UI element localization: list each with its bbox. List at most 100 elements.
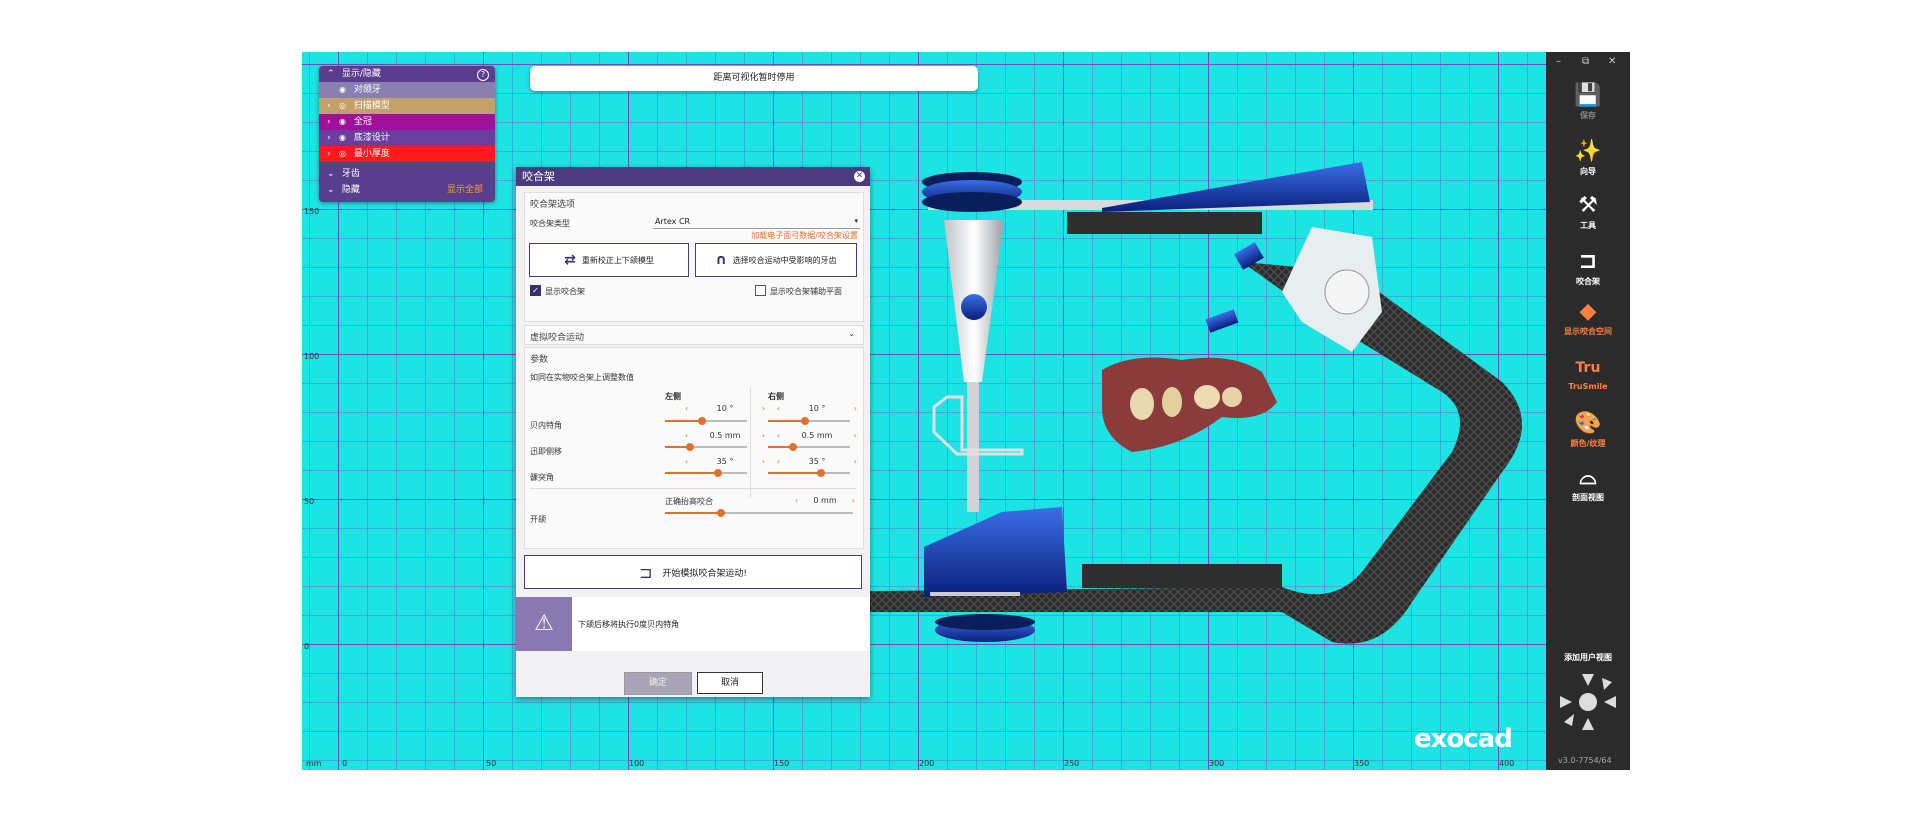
chevron-left-icon[interactable]: ‹ xyxy=(685,431,688,440)
show-aux-plane-checkbox[interactable] xyxy=(755,285,766,296)
slider-knob[interactable] xyxy=(717,509,726,517)
chevron-left-icon[interactable]: ‹ xyxy=(777,431,780,440)
visibility-row-label: 全冠 xyxy=(353,117,372,127)
visibility-row-min-thickness[interactable]: › ◎ 最小厚度 xyxy=(319,146,495,162)
section-title: 咬合架选项 xyxy=(530,200,576,210)
dialog-title-bar: 咬合架 ✕ xyxy=(516,167,870,186)
add-user-view-label[interactable]: 添加用户视图 xyxy=(1546,652,1630,663)
right-side-label: 右侧 xyxy=(768,392,784,401)
chevron-right-icon[interactable]: › xyxy=(327,114,339,130)
chevron-right-icon[interactable]: › xyxy=(327,130,339,146)
visibility-panel: ⌃ 显示/隐藏 ? ◉ 对颌牙 › ◎ 扫描模型 › ◉ 全冠 › ◉ 底漆设计 › ◎ xyxy=(319,66,495,202)
visibility-row-scan[interactable]: › ◎ 扫描模型 xyxy=(319,98,495,114)
articulator-type-select[interactable]: Artex CR ▾ xyxy=(653,215,860,229)
slider-knob[interactable] xyxy=(788,443,797,451)
recalibrate-button[interactable]: ⇄ 重新校正上下颌模型 xyxy=(529,243,689,277)
restore-icon[interactable]: ⧉ xyxy=(1582,56,1589,67)
visibility-teeth[interactable]: ⌄ 牙齿 xyxy=(319,166,495,182)
condyle-right-slider[interactable] xyxy=(768,469,850,477)
condyle-left-stepper[interactable]: ‹ 35 ° › xyxy=(685,457,765,466)
chevron-right-icon[interactable]: › xyxy=(854,404,857,413)
tool-palette[interactable]: 🎨 颜色/纹理 xyxy=(1546,410,1630,449)
exocad-app: 150 100 50 0 mm 0 50 100 150 200 250 300… xyxy=(302,52,1630,770)
virtual-motion-section[interactable]: 虚拟咬合运动 ⌄ xyxy=(524,325,864,345)
select-teeth-button[interactable]: ∩ 选择咬合运动中受影响的牙齿 xyxy=(695,243,857,277)
tool-occlusal-space[interactable]: ◆ 显示咬合空间 xyxy=(1546,298,1630,337)
cancel-button[interactable]: 取消 xyxy=(697,672,763,694)
chevron-left-icon[interactable]: ‹ xyxy=(777,404,780,413)
chevron-left-icon[interactable]: ‹ xyxy=(777,457,780,466)
show-all-link[interactable]: 显示全部 xyxy=(447,182,483,198)
chevron-down-icon: ⌄ xyxy=(327,169,335,179)
chevron-left-icon[interactable]: ‹ xyxy=(685,457,688,466)
visibility-row-primer[interactable]: › ◉ 底漆设计 xyxy=(319,130,495,146)
chevron-down-icon: ⌄ xyxy=(327,185,335,195)
chevron-left-icon[interactable]: ‹ xyxy=(685,404,688,413)
shift-left-slider[interactable] xyxy=(665,443,747,451)
bennett-label: 贝内特角 xyxy=(530,421,562,430)
chevron-right-icon[interactable]: › xyxy=(854,431,857,440)
section-divider xyxy=(530,488,856,489)
chevron-left-icon[interactable]: ‹ xyxy=(795,496,798,505)
chevron-up-icon: ⌃ xyxy=(327,69,335,79)
chevron-right-icon[interactable]: › xyxy=(762,457,765,466)
bennett-right-value: 10 ° xyxy=(808,404,826,413)
eye-icon[interactable]: ◉ xyxy=(339,130,351,146)
centric-label: 正确抬高咬合 xyxy=(665,497,713,506)
chevron-right-icon[interactable]: › xyxy=(327,98,339,114)
start-simulation-label: 开始模拟咬合架运动! xyxy=(662,568,747,579)
slider-knob[interactable] xyxy=(817,469,826,477)
load-facebow-link[interactable]: 加载电子面弓数据/咬合架设置 xyxy=(751,230,858,241)
centric-stepper[interactable]: ‹ 0 mm › xyxy=(795,496,855,505)
select-teeth-label: 选择咬合运动中受影响的牙齿 xyxy=(732,255,837,265)
slider-knob[interactable] xyxy=(714,469,723,477)
chevron-right-icon[interactable]: › xyxy=(852,496,855,505)
start-simulation-button[interactable]: ⊐ 开始模拟咬合架运动! xyxy=(524,555,862,589)
slider-knob[interactable] xyxy=(697,417,706,425)
show-articulator-checkbox[interactable]: ✓ xyxy=(530,285,541,296)
bennett-left-value: 10 ° xyxy=(716,404,734,413)
centric-slider[interactable] xyxy=(665,509,853,517)
shift-right-stepper[interactable]: ‹ 0.5 mm › xyxy=(777,431,857,440)
eye-icon[interactable]: ◎ xyxy=(339,98,351,114)
bennett-right-slider[interactable] xyxy=(768,417,850,425)
tool-wizard[interactable]: ✨ 向导 xyxy=(1546,138,1630,177)
tool-save[interactable]: 💾 保存 xyxy=(1546,82,1630,121)
visibility-row-antagonist[interactable]: ◉ 对颌牙 xyxy=(319,82,495,98)
slider-knob[interactable] xyxy=(800,417,809,425)
condyle-right-stepper[interactable]: ‹ 35 ° › xyxy=(777,457,857,466)
eye-icon[interactable]: ◎ xyxy=(339,146,351,162)
swap-icon: ⇄ xyxy=(564,252,576,268)
save-icon: 💾 xyxy=(1574,83,1602,108)
eye-icon[interactable]: ◉ xyxy=(339,82,351,98)
visibility-hidden[interactable]: ⌄ 隐藏 显示全部 xyxy=(319,182,495,198)
minimize-icon[interactable]: – xyxy=(1556,56,1561,67)
bennett-left-slider[interactable] xyxy=(665,417,747,425)
condyle-left-slider[interactable] xyxy=(665,469,747,477)
chevron-right-icon[interactable]: › xyxy=(762,404,765,413)
tool-tools[interactable]: ⚒ 工具 xyxy=(1546,192,1630,231)
shift-right-slider[interactable] xyxy=(768,443,850,451)
shift-left-stepper[interactable]: ‹ 0.5 mm › xyxy=(685,431,765,440)
close-icon[interactable]: ✕ xyxy=(854,171,865,182)
type-value: Artex CR xyxy=(655,217,691,226)
tool-articulator[interactable]: ⊐ 咬合架 xyxy=(1546,248,1630,287)
help-icon[interactable]: ? xyxy=(477,69,489,81)
chevron-right-icon[interactable]: › xyxy=(327,146,339,162)
visibility-row-label: 底漆设计 xyxy=(353,133,390,143)
visibility-header[interactable]: ⌃ 显示/隐藏 ? xyxy=(319,66,495,82)
tool-trusmile[interactable]: Tru TruSmile xyxy=(1546,354,1630,391)
chevron-right-icon[interactable]: › xyxy=(854,457,857,466)
visibility-row-crown[interactable]: › ◉ 全冠 xyxy=(319,114,495,130)
palette-icon: 🎨 xyxy=(1574,411,1602,436)
close-icon[interactable]: ✕ xyxy=(1608,56,1616,67)
3d-viewport[interactable]: 150 100 50 0 mm 0 50 100 150 200 250 300… xyxy=(302,52,1546,770)
bennett-left-stepper[interactable]: ‹ 10 ° › xyxy=(685,404,765,413)
bennett-right-stepper[interactable]: ‹ 10 ° › xyxy=(777,404,857,413)
view-navigator-icon[interactable] xyxy=(1558,672,1618,732)
chevron-right-icon[interactable]: › xyxy=(762,431,765,440)
tool-cross-section[interactable]: ⌓ 剖面视图 xyxy=(1546,464,1630,503)
ok-button[interactable]: 确定 xyxy=(624,672,692,695)
slider-knob[interactable] xyxy=(685,443,694,451)
eye-icon[interactable]: ◉ xyxy=(339,114,351,130)
